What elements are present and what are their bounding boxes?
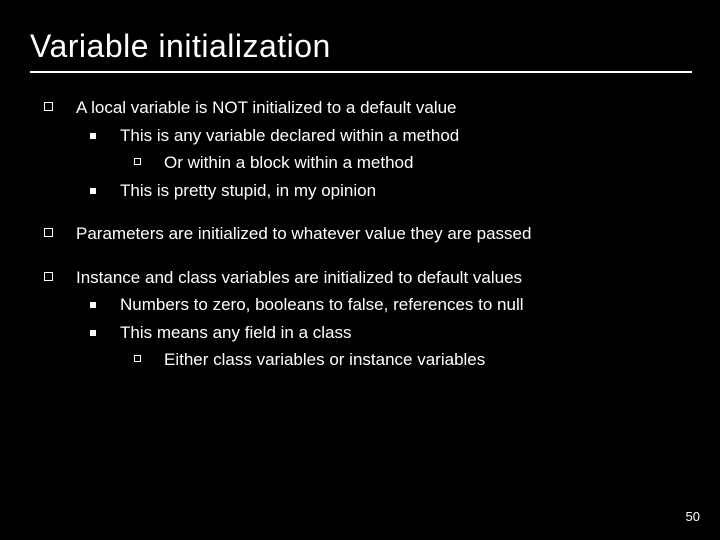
bullet-list-lvl2: This is any variable declared within a m… xyxy=(76,123,690,204)
list-item: This means any field in a class Either c… xyxy=(76,320,690,373)
list-item: Numbers to zero, booleans to false, refe… xyxy=(76,292,690,318)
bullet-text: A local variable is NOT initialized to a… xyxy=(76,98,457,117)
bullet-list-lvl3: Either class variables or instance varia… xyxy=(120,347,690,373)
list-item: Parameters are initialized to whatever v… xyxy=(30,221,690,247)
slide-body: A local variable is NOT initialized to a… xyxy=(0,73,720,373)
bullet-text: This is pretty stupid, in my opinion xyxy=(120,181,376,200)
bullet-text: Parameters are initialized to whatever v… xyxy=(76,224,531,243)
bullet-text: Numbers to zero, booleans to false, refe… xyxy=(120,295,524,314)
bullet-text: Or within a block within a method xyxy=(164,153,413,172)
bullet-list-lvl1: A local variable is NOT initialized to a… xyxy=(30,95,690,373)
list-item: Either class variables or instance varia… xyxy=(120,347,690,373)
bullet-text: Instance and class variables are initial… xyxy=(76,268,522,287)
bullet-text: Either class variables or instance varia… xyxy=(164,350,485,369)
page-number: 50 xyxy=(686,509,700,524)
bullet-text: This is any variable declared within a m… xyxy=(120,126,459,145)
list-item: This is pretty stupid, in my opinion xyxy=(76,178,690,204)
list-item: Instance and class variables are initial… xyxy=(30,265,690,373)
bullet-list-lvl3: Or within a block within a method xyxy=(120,150,690,176)
list-item: Or within a block within a method xyxy=(120,150,690,176)
list-item: A local variable is NOT initialized to a… xyxy=(30,95,690,203)
slide-title: Variable initialization xyxy=(0,0,720,69)
bullet-text: This means any field in a class xyxy=(120,323,352,342)
slide: Variable initialization A local variable… xyxy=(0,0,720,540)
bullet-list-lvl2: Numbers to zero, booleans to false, refe… xyxy=(76,292,690,373)
list-item: This is any variable declared within a m… xyxy=(76,123,690,176)
